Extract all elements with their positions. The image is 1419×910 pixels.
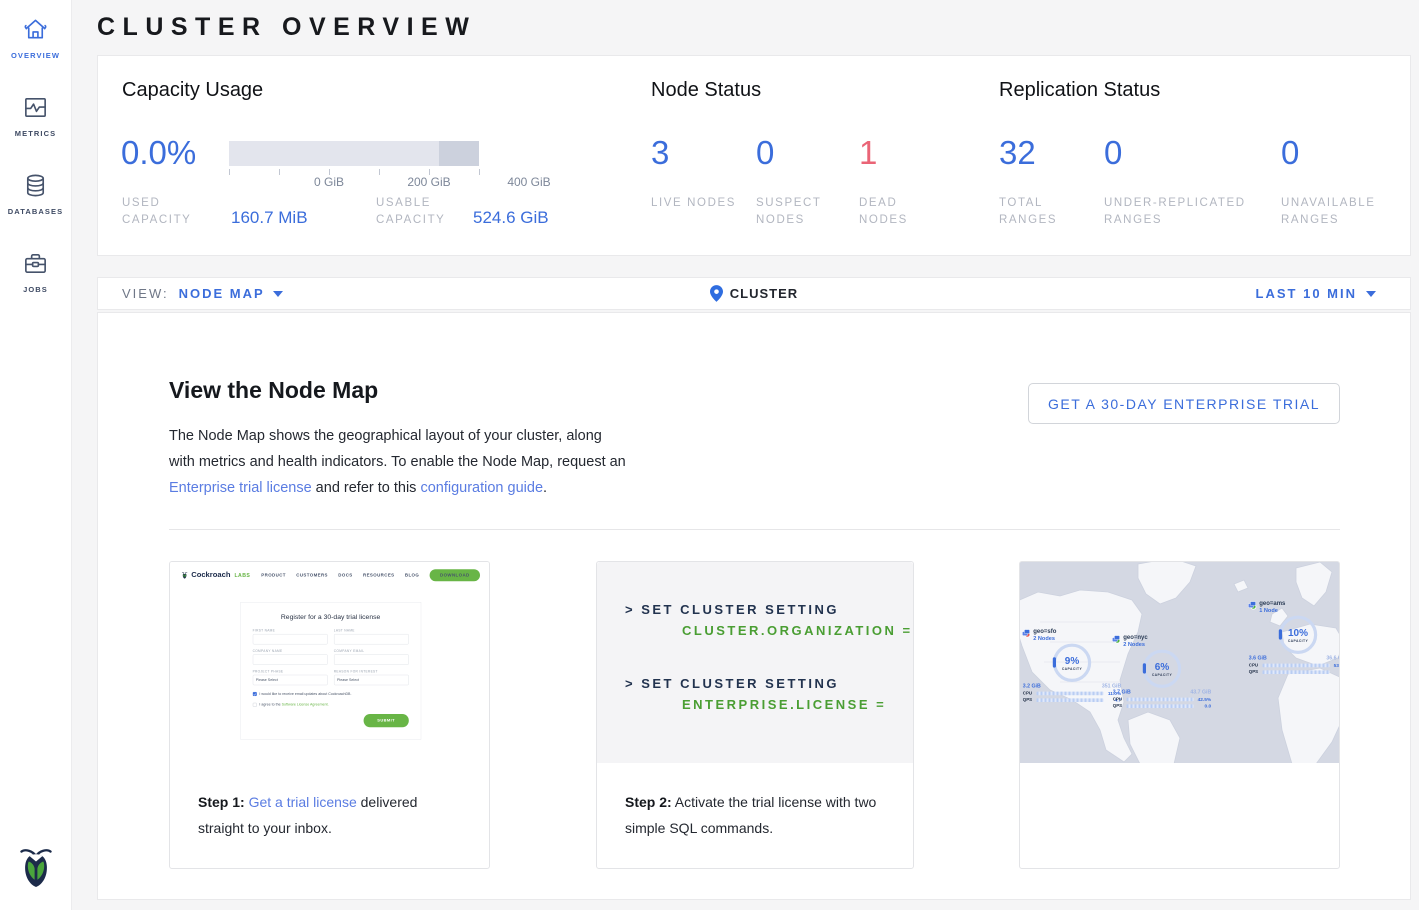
sql-statement: > SET CLUSTER SETTING xyxy=(625,676,913,691)
sidebar-item-label: JOBS xyxy=(23,285,48,294)
map-pin-icon xyxy=(710,285,723,302)
license-agreement-checkbox-row: I agree to the Software License Agreemen… xyxy=(253,702,409,706)
submit-button: SUBMIT xyxy=(364,714,409,727)
map-node-ams: geo=ams1 Node 10% CAPACITY 3.6 GiB36.6 G… xyxy=(1248,600,1339,675)
sidebar-item-label: OVERVIEW xyxy=(11,51,60,60)
step-2-caption: Step 2: Activate the trial license with … xyxy=(597,763,913,841)
capacity-tick-label: 200 GiB xyxy=(407,175,450,189)
nodes-stack-icon xyxy=(1248,600,1257,608)
sidebar-item-overview[interactable]: OVERVIEW xyxy=(11,16,60,60)
nodes-stack-icon xyxy=(1022,628,1031,636)
node-status-title: Node Status xyxy=(651,79,761,102)
usable-capacity-value: 524.6 GiB xyxy=(473,208,549,228)
site-nav: PRODUCT CUSTOMERS DOCS RESOURCES BLOG DO… xyxy=(261,569,480,581)
enterprise-trial-button[interactable]: GET A 30-DAY ENTERPRISE TRIAL xyxy=(1028,383,1340,424)
databases-icon xyxy=(22,172,49,199)
cluster-overview-page: OVERVIEW METRICS DATABASES xyxy=(0,0,1419,910)
get-trial-license-link[interactable]: Get a trial license xyxy=(249,794,357,810)
step-3-card: geo=sfo2 Nodes 9% CAPACITY 3.2 GiB351 Gi… xyxy=(1019,561,1340,869)
unavailable-ranges-label: UNAVAILABLE RANGES xyxy=(1281,195,1391,229)
sidebar-item-jobs[interactable]: JOBS xyxy=(22,250,49,294)
page-title: CLUSTER OVERVIEW xyxy=(97,13,476,42)
total-ranges-label: TOTAL RANGES xyxy=(999,195,1091,229)
suspect-nodes-value: 0 xyxy=(756,134,774,172)
step-1-card: Cockroach LABS PRODUCT CUSTOMERS DOCS RE… xyxy=(169,561,490,869)
project-phase-select: Please Select xyxy=(253,675,328,685)
unavailable-ranges-value: 0 xyxy=(1281,134,1299,172)
form-title: Register for a 30-day trial license xyxy=(253,613,409,621)
nodes-stack-icon xyxy=(1112,634,1121,642)
cluster-summary-panel: Capacity Usage 0.0% 0 GiB 200 GiB 400 Gi… xyxy=(97,55,1411,256)
email-updates-checkbox-row: I would like to receive email updates ab… xyxy=(253,692,409,696)
reason-for-interest-select: Please Select xyxy=(334,675,409,685)
metrics-icon xyxy=(22,94,49,121)
cockroachdb-logo xyxy=(16,843,56,896)
last-name-field xyxy=(334,634,409,644)
capacity-bar-tail xyxy=(439,141,479,166)
configuration-guide-link[interactable]: configuration guide xyxy=(420,480,543,496)
sidebar-item-label: DATABASES xyxy=(8,207,63,216)
replication-status-title: Replication Status xyxy=(999,79,1160,102)
capacity-gauge: 10% CAPACITY xyxy=(1279,616,1317,654)
capacity-used-percent: 0.0% xyxy=(121,134,196,172)
first-name-field xyxy=(253,634,328,644)
dead-nodes-value: 1 xyxy=(859,134,877,172)
jobs-icon xyxy=(22,250,49,277)
home-icon xyxy=(22,16,49,43)
node-map-description: The Node Map shows the geographical layo… xyxy=(169,423,631,501)
sidebar-item-databases[interactable]: DATABASES xyxy=(8,172,63,216)
capacity-tick-label: 0 GiB xyxy=(314,175,344,189)
sidebar-item-label: METRICS xyxy=(15,129,56,138)
company-name-field xyxy=(253,654,328,664)
capacity-tick-label: 400 GiB xyxy=(507,175,550,189)
sql-argument: CLUSTER.ORGANIZATION = xyxy=(682,623,913,638)
capacity-usage-title: Capacity Usage xyxy=(122,79,263,102)
capacity-gauge: 9% CAPACITY xyxy=(1053,644,1091,682)
trial-registration-screenshot: Cockroach LABS PRODUCT CUSTOMERS DOCS RE… xyxy=(170,562,489,763)
step-2-card: > SET CLUSTER SETTING CLUSTER.ORGANIZATI… xyxy=(596,561,914,869)
used-capacity-value: 160.7 MiB xyxy=(231,208,308,228)
node-map-preview: geo=sfo2 Nodes 9% CAPACITY 3.2 GiB351 Gi… xyxy=(1020,562,1339,763)
checkbox-checked-icon xyxy=(253,692,257,696)
cockroach-labs-logo: Cockroach LABS xyxy=(181,571,250,580)
trial-registration-form: Register for a 30-day trial license FIRS… xyxy=(240,602,421,740)
sql-statement: > SET CLUSTER SETTING xyxy=(625,602,913,617)
sql-argument: ENTERPRISE.LICENSE = xyxy=(682,697,913,712)
download-button: DOWNLOAD xyxy=(430,569,480,581)
sidebar: OVERVIEW METRICS DATABASES xyxy=(0,0,72,910)
capacity-gauge: 6% CAPACITY xyxy=(1143,650,1181,688)
suspect-nodes-label: SUSPECT NODES xyxy=(756,195,848,229)
map-node-nyc: geo=nyc2 Nodes 6% CAPACITY 3.7 GiB43.7 G… xyxy=(1112,634,1212,709)
map-node-sfo: geo=sfo2 Nodes 9% CAPACITY 3.2 GiB351 Gi… xyxy=(1022,628,1122,703)
under-replicated-ranges-label: UNDER-REPLICATED RANGES xyxy=(1104,195,1274,229)
used-capacity-label: USED CAPACITY xyxy=(122,195,214,229)
chevron-down-icon xyxy=(273,291,283,297)
sql-commands-preview: > SET CLUSTER SETTING CLUSTER.ORGANIZATI… xyxy=(597,562,913,763)
node-map-promo-panel: View the Node Map The Node Map shows the… xyxy=(97,312,1411,900)
chevron-down-icon xyxy=(1366,291,1376,297)
node-map-heading: View the Node Map xyxy=(169,377,378,404)
view-selector-dropdown[interactable]: NODE MAP xyxy=(179,286,283,301)
under-replicated-ranges-value: 0 xyxy=(1104,134,1122,172)
step-1-caption: Step 1: Get a trial license delivered st… xyxy=(170,763,489,841)
usable-capacity-label: USABLE CAPACITY xyxy=(376,195,468,229)
view-label: VIEW: xyxy=(122,286,169,301)
total-ranges-value: 32 xyxy=(999,134,1036,172)
company-email-field xyxy=(334,654,409,664)
enterprise-trial-license-link[interactable]: Enterprise trial license xyxy=(169,480,312,496)
sidebar-item-metrics[interactable]: METRICS xyxy=(15,94,56,138)
view-bar: VIEW: NODE MAP CLUSTER LAST 10 MIN xyxy=(97,277,1411,310)
breadcrumb-cluster: CLUSTER xyxy=(710,285,798,302)
time-range-dropdown[interactable]: LAST 10 MIN xyxy=(1256,286,1376,301)
capacity-bar xyxy=(229,141,479,166)
live-nodes-label: LIVE NODES xyxy=(651,195,743,212)
section-divider xyxy=(169,529,1340,530)
live-nodes-value: 3 xyxy=(651,134,669,172)
dead-nodes-label: DEAD NODES xyxy=(859,195,951,229)
checkbox-icon xyxy=(253,703,257,707)
